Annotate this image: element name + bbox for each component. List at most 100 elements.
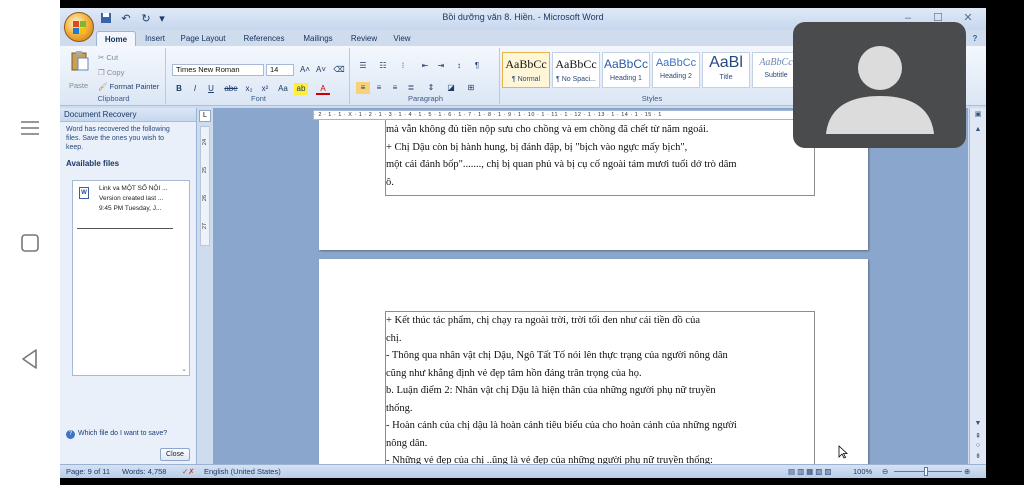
previous-page-icon[interactable]: ⇞ <box>972 432 984 440</box>
tab-review[interactable]: Review <box>348 31 380 46</box>
ruler-toggle-icon[interactable]: ▣ <box>972 110 984 118</box>
copy-label: Copy <box>106 68 125 77</box>
styles-group: AaBbCc ¶ Normal AaBbCc ¶ No Spaci... AaB… <box>502 48 802 104</box>
page-text-box[interactable]: mà vẫn không đủ tiền nộp sưu cho chồng v… <box>385 120 815 196</box>
grow-font-icon[interactable]: A˄ <box>298 64 312 76</box>
sort-icon[interactable]: ↕ <box>452 60 466 72</box>
borders-icon[interactable]: ⊞ <box>464 82 478 94</box>
document-recovery-pane: Document Recovery Word has recovered the… <box>60 108 197 464</box>
line-spacing-icon[interactable]: ⇕ <box>424 82 438 94</box>
style-name: Title <box>719 74 733 81</box>
shrink-font-icon[interactable]: A˅ <box>314 64 328 76</box>
zoom-level[interactable]: 100% <box>853 467 872 476</box>
paragraph-group: ☰ ☷ ⁝ ⇤ ⇥ ↕ ¶ ≡ ≡ ≡ ≣ ⇕ ◪ ⊞ Paragraph <box>352 48 500 104</box>
recovery-message-line: files. Save the ones you wish to <box>66 135 165 142</box>
vruler-number: 27 <box>202 222 209 230</box>
document-page: mà vẫn không đủ tiền nộp sưu cho chồng v… <box>319 120 868 250</box>
vruler-number: 24 <box>202 138 209 146</box>
zoom-out-icon[interactable]: ⊖ <box>882 467 888 476</box>
horizontal-ruler: · 2 · 1 · 1 · X · 1 · 2 · 1 · 3 · 1 · 4 … <box>313 110 803 120</box>
show-marks-icon[interactable]: ¶ <box>470 60 484 72</box>
document-line: thống. <box>386 402 413 414</box>
font-group: Times New Roman 14 A˄ A˅ ⌫ B I U abe x₂ … <box>168 48 350 104</box>
align-center-icon[interactable]: ≡ <box>372 82 386 94</box>
paste-button[interactable] <box>70 50 96 78</box>
mouse-pointer-icon <box>838 445 848 459</box>
proofing-icon[interactable]: ✓✗ <box>182 467 195 476</box>
view-buttons-icon[interactable]: ▤▥▦▧▨ <box>788 467 833 476</box>
style-name: Heading 1 <box>610 75 642 82</box>
word-count[interactable]: Words: 4,758 <box>122 467 166 476</box>
font-size-select[interactable]: 14 <box>266 64 294 76</box>
scissors-icon: ✂ <box>98 53 105 62</box>
document-line: b. Luận điểm 2: Nhân vật chị Dậu là hiện… <box>386 385 716 396</box>
document-line: cũng như khẳng định vẻ đẹp tâm hồn đáng … <box>386 367 642 379</box>
copy-button[interactable]: ❐ Copy <box>98 68 124 77</box>
language-indicator[interactable]: English (United States) <box>204 467 281 476</box>
tab-mailings[interactable]: Mailings <box>298 31 338 46</box>
menu-icon <box>21 121 39 135</box>
recovery-pane-header: Document Recovery <box>60 108 196 122</box>
align-left-icon[interactable]: ≡ <box>356 82 370 94</box>
tab-insert[interactable]: Insert <box>140 31 170 46</box>
document-line: ô. <box>386 176 394 188</box>
tab-view[interactable]: View <box>388 31 416 46</box>
clear-format-icon[interactable]: ⌫ <box>332 64 346 76</box>
style-no-spacing[interactable]: AaBbCc ¶ No Spaci... <box>552 52 600 88</box>
style-heading-1[interactable]: AaBbCc Heading 1 <box>602 52 650 88</box>
format-painter-button[interactable]: 🖌 Format Painter <box>98 82 159 91</box>
zoom-slider-thumb[interactable] <box>924 467 928 476</box>
document-line: + Chị Dậu còn bị hành hung, bị đánh đập,… <box>386 141 688 153</box>
align-right-icon[interactable]: ≡ <box>388 82 402 94</box>
android-back-button[interactable] <box>18 347 42 371</box>
tab-selector[interactable]: L <box>199 110 211 122</box>
scroll-down-icon[interactable]: ▼ <box>972 420 984 427</box>
bullets-icon[interactable]: ☰ <box>356 60 370 72</box>
tab-home[interactable]: Home <box>96 31 136 46</box>
clipboard-group-label: Clipboard <box>97 94 130 103</box>
next-page-icon[interactable]: ⇟ <box>972 452 984 460</box>
document-line: - Những vẻ đẹp của chị ..ũng là vẻ đẹp c… <box>386 455 713 464</box>
scroll-up-icon[interactable]: ▲ <box>972 126 984 133</box>
android-nav-bar <box>0 0 60 485</box>
cut-button[interactable]: ✂ Cut <box>98 53 118 62</box>
document-line: - Thông qua nhân vật chị Dậu, Ngô Tất Tố… <box>386 350 728 361</box>
vertical-scrollbar[interactable]: ▣ ▲ ▼ ⇞ ○ ⇟ <box>969 108 986 464</box>
paste-icon <box>71 51 89 71</box>
android-menu-button[interactable] <box>18 116 42 140</box>
zoom-in-icon[interactable]: ⊕ <box>964 467 970 476</box>
style-sample: AaBbCc <box>603 57 649 71</box>
which-file-text: Which file do I want to save? <box>78 430 168 437</box>
tab-references[interactable]: References <box>240 31 288 46</box>
tab-page-layout[interactable]: Page Layout <box>178 31 228 46</box>
vruler-number: 25 <box>202 166 209 174</box>
person-placeholder-icon <box>826 46 934 134</box>
list-scroll-down-icon[interactable]: ⌄ <box>181 365 187 373</box>
numbering-icon[interactable]: ☷ <box>376 60 390 72</box>
decrease-indent-icon[interactable]: ⇤ <box>418 60 432 72</box>
back-triangle-icon <box>22 349 37 369</box>
help-icon[interactable]: ? <box>968 31 982 46</box>
multilevel-list-icon[interactable]: ⁝ <box>396 60 410 72</box>
style-normal[interactable]: AaBbCc ¶ Normal <box>502 52 550 88</box>
window-title: Bồi dưỡng văn 8. Hiền. - Microsoft Word <box>442 12 604 22</box>
file-list-divider <box>77 228 173 229</box>
document-line: mà vẫn không đủ tiền nộp sưu cho chồng v… <box>386 124 709 135</box>
page-count[interactable]: Page: 9 of 11 <box>66 467 110 476</box>
office-button[interactable] <box>64 12 94 42</box>
justify-icon[interactable]: ≣ <box>404 82 418 94</box>
shading-icon[interactable]: ◪ <box>444 82 458 94</box>
office-logo-icon <box>73 21 86 34</box>
select-browse-object-icon[interactable]: ○ <box>972 442 984 449</box>
page-text-box[interactable]: + Kết thúc tác phẩm, chị chạy ra ngoài t… <box>385 311 815 464</box>
zoom-slider-track[interactable] <box>894 471 962 472</box>
increase-indent-icon[interactable]: ⇥ <box>434 60 448 72</box>
font-name-select[interactable]: Times New Roman <box>172 64 264 76</box>
document-line: - Hoàn cảnh của chị dậu là hoàn cảnh tiê… <box>386 420 737 431</box>
which-file-help-link[interactable]: ? Which file do I want to save? <box>66 430 167 439</box>
video-call-overlay[interactable] <box>793 22 966 148</box>
style-heading-2[interactable]: AaBbCc Heading 2 <box>652 52 700 88</box>
recovery-close-button[interactable]: Close <box>160 448 190 461</box>
android-home-button[interactable] <box>18 231 42 255</box>
style-title[interactable]: AaBl Title <box>702 52 750 88</box>
